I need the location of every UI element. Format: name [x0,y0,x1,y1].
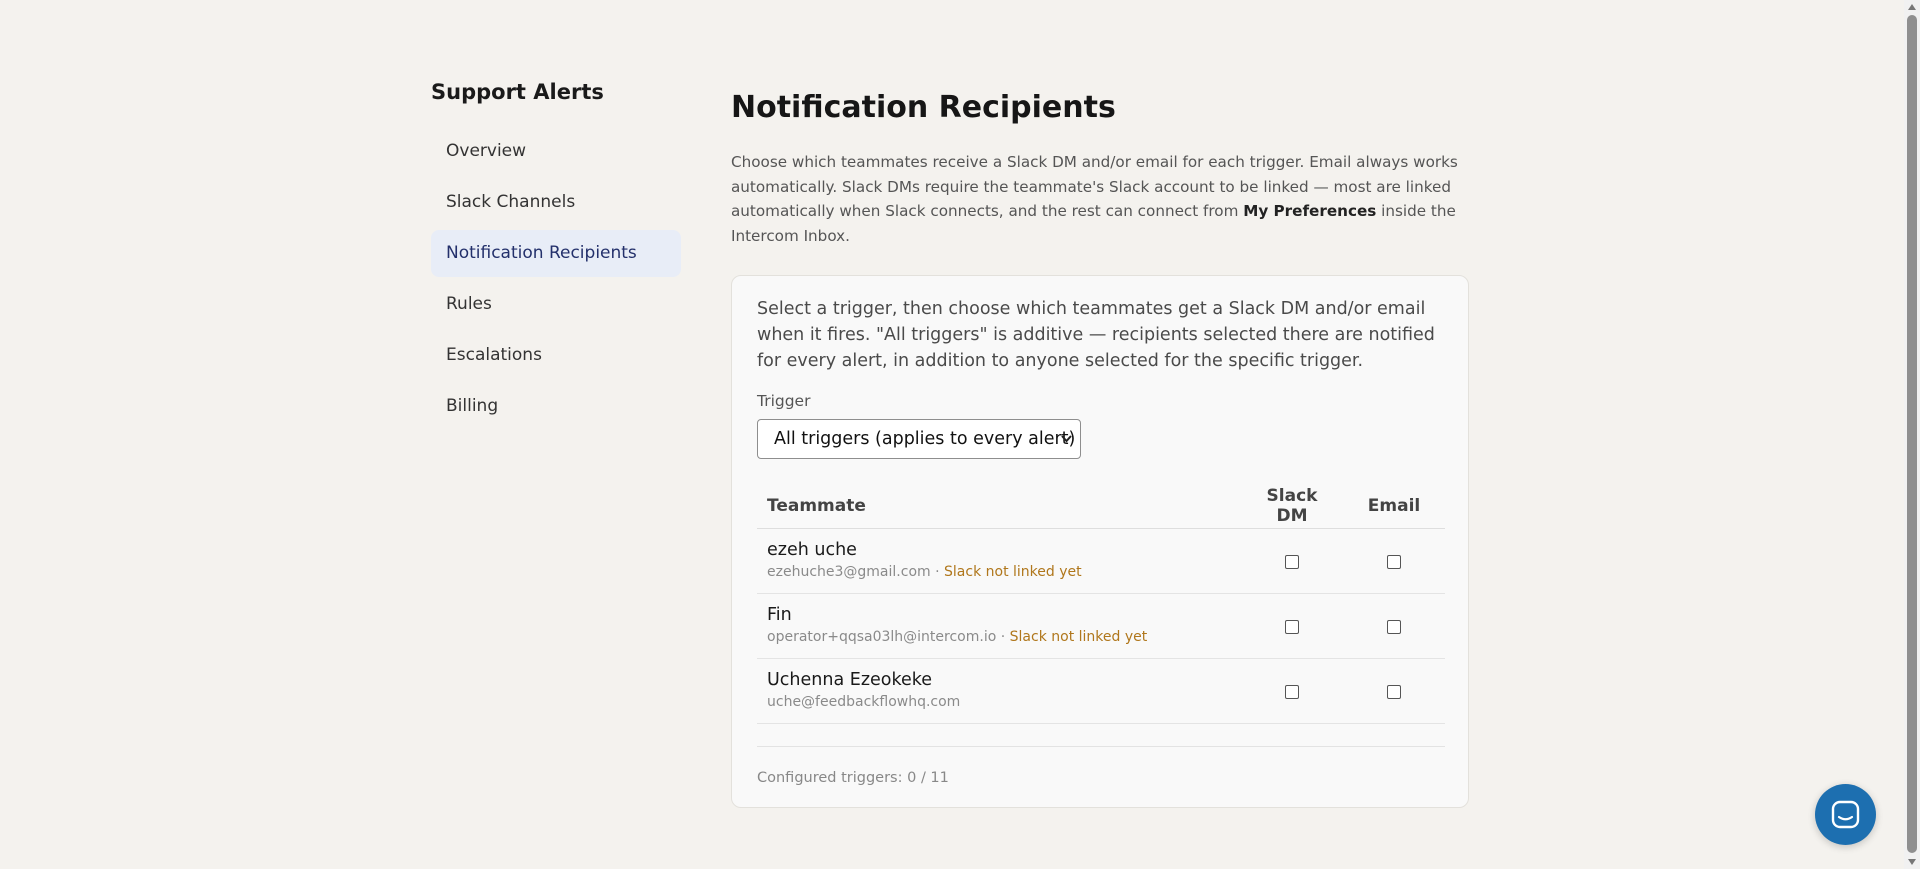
chevron-down-icon [1061,420,1072,473]
teammate-name: ezeh uche [767,540,857,560]
trigger-label: Trigger [757,392,811,410]
slack-status: Slack not linked yet [1009,629,1148,645]
sidebar-item-escalations[interactable]: Escalations [431,332,681,379]
column-header-slack-dm: Slack DM [1241,484,1343,529]
table-row: Fin operator+qqsa03lh@intercom.io · Slac… [757,593,1445,659]
email-cell [1343,658,1445,724]
recipients-table: Teammate Slack DM Email ezeh uche ezehuc… [757,484,1445,724]
sidebar-item-notification-recipients[interactable]: Notification Recipients [431,230,681,277]
teammate-email: uche@feedbackflowhq.com [767,694,961,710]
sidebar-item-slack-channels[interactable]: Slack Channels [431,179,681,226]
page: Support Alerts Overview Slack Channels N… [0,0,1920,869]
email-checkbox[interactable] [1387,685,1401,699]
sidebar-item-billing[interactable]: Billing [431,383,681,430]
column-header-email: Email [1343,484,1445,529]
teammate-meta: operator+qqsa03lh@intercom.io · Slack no… [767,626,1231,648]
teammate-meta: ezehuche3@gmail.com · Slack not linked y… [767,561,1231,583]
teammate-cell: Uchenna Ezeokeke uche@feedbackflowhq.com [757,658,1241,724]
card-description: Select a trigger, then choose which team… [757,299,1435,371]
sidebar-item-rules[interactable]: Rules [431,281,681,328]
trigger-select-value: All triggers (applies to every alert) [774,429,1076,449]
slack-dm-cell [1241,593,1343,659]
main-content: Notification Recipients Choose which tea… [731,88,1471,808]
sidebar: Support Alerts Overview Slack Channels N… [431,78,681,434]
teammate-email: operator+qqsa03lh@intercom.io [767,629,997,645]
table-row: ezeh uche ezehuche3@gmail.com · Slack no… [757,528,1445,594]
email-cell [1343,528,1445,594]
slack-dm-checkbox[interactable] [1285,685,1299,699]
my-preferences-text: My Preferences [1243,202,1377,220]
page-title: Notification Recipients [731,90,1116,125]
teammate-cell: ezeh uche ezehuche3@gmail.com · Slack no… [757,528,1241,594]
scroll-down-arrow-icon[interactable] [1908,859,1916,865]
teammate-name: Uchenna Ezeokeke [767,670,933,690]
slack-dm-checkbox[interactable] [1285,555,1299,569]
slack-status: Slack not linked yet [944,564,1082,580]
slack-dm-checkbox[interactable] [1285,620,1299,634]
recipients-card: Select a trigger, then choose which team… [731,275,1469,808]
vertical-scrollbar[interactable] [1904,0,1920,869]
table-header-row: Teammate Slack DM Email [757,484,1445,529]
footer-divider [757,746,1445,747]
column-header-teammate: Teammate [757,484,1241,529]
sidebar-item-overview[interactable]: Overview [431,128,681,175]
messenger-icon [1831,800,1860,829]
teammate-email: ezehuche3@gmail.com [767,564,931,580]
scroll-up-arrow-icon[interactable] [1908,4,1916,10]
scrollbar-thumb[interactable] [1907,15,1917,853]
slack-dm-cell [1241,658,1343,724]
email-checkbox[interactable] [1387,620,1401,634]
trigger-select[interactable]: All triggers (applies to every alert) [757,419,1081,459]
teammate-cell: Fin operator+qqsa03lh@intercom.io · Slac… [757,593,1241,659]
teammate-name: Fin [767,605,792,625]
email-checkbox[interactable] [1387,555,1401,569]
email-cell [1343,593,1445,659]
meta-separator: · [930,564,945,580]
messenger-launcher-button[interactable] [1815,784,1876,845]
meta-separator: · [996,629,1010,645]
slack-dm-cell [1241,528,1343,594]
teammate-meta: uche@feedbackflowhq.com [767,691,1231,713]
sidebar-title: Support Alerts [431,80,604,104]
configured-triggers-count: Configured triggers: 0 / 11 [757,770,949,786]
table-row: Uchenna Ezeokeke uche@feedbackflowhq.com [757,658,1445,724]
intro-text: Choose which teammates receive a Slack D… [731,150,1471,248]
